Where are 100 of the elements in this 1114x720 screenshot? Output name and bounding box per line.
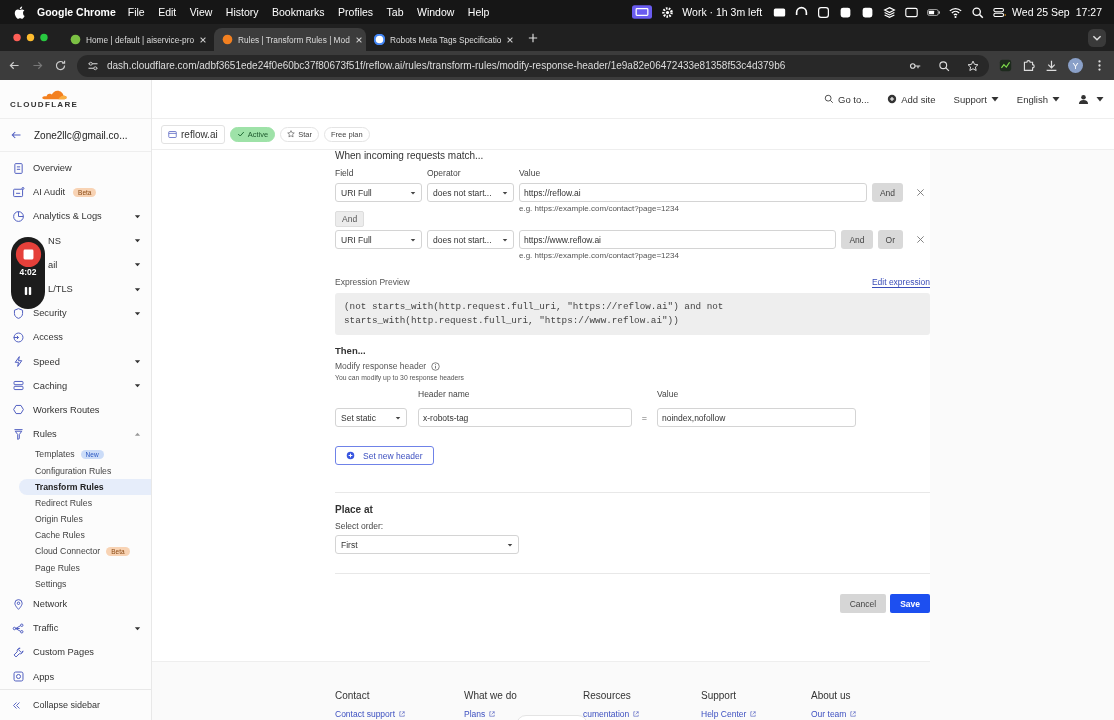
- chevron-down-icon[interactable]: [1088, 28, 1106, 47]
- sidebar-item[interactable]: Access: [0, 325, 151, 350]
- footer-link[interactable]: Help Center: [701, 709, 811, 719]
- header-name-field[interactable]: x-robots-tag: [418, 408, 632, 427]
- footer-link[interactable]: Our team: [811, 709, 857, 719]
- gear-icon[interactable]: [661, 5, 675, 19]
- forward-icon[interactable]: [31, 59, 44, 72]
- close-icon[interactable]: [199, 35, 208, 44]
- operation-dropdown[interactable]: Set static: [335, 408, 407, 427]
- keyboard-icon[interactable]: [905, 5, 919, 19]
- sidebar-subitem[interactable]: Page Rules: [0, 559, 151, 576]
- info-icon[interactable]: [431, 361, 441, 371]
- zone-selector[interactable]: reflow.ai: [161, 124, 225, 144]
- sidebar-item[interactable]: Overview: [0, 156, 151, 181]
- sidebar-item[interactable]: Traffic: [0, 616, 151, 641]
- control-center-icon[interactable]: [993, 5, 1007, 19]
- app-icon[interactable]: [839, 5, 853, 19]
- sidebar-item[interactable]: Caching: [0, 373, 151, 398]
- screen-share-icon[interactable]: [632, 5, 653, 19]
- cloud-logo-icon[interactable]: [41, 89, 67, 100]
- app-icon[interactable]: [861, 5, 875, 19]
- logic-button[interactable]: And: [871, 183, 903, 202]
- sidebar-subitem[interactable]: Origin Rules: [0, 511, 151, 528]
- extension-icon[interactable]: [999, 59, 1012, 72]
- puzzle-icon[interactable]: [1022, 59, 1035, 72]
- logic-button[interactable]: And: [841, 230, 873, 249]
- download-icon[interactable]: [1045, 59, 1058, 72]
- value-field[interactable]: https://reflow.ai: [519, 183, 867, 202]
- close-icon[interactable]: [506, 35, 515, 44]
- back-arrow-icon[interactable]: [10, 129, 22, 141]
- sidebar-subitem[interactable]: Settings: [0, 575, 151, 592]
- set-new-header-button[interactable]: Set new header: [335, 446, 434, 465]
- header-value-field[interactable]: noindex,nofollow: [657, 408, 856, 427]
- back-icon[interactable]: [8, 59, 21, 72]
- new-tab-icon[interactable]: [528, 32, 538, 43]
- caret-icon[interactable]: [134, 237, 141, 245]
- menu-item[interactable]: View: [189, 6, 213, 18]
- menu-item[interactable]: Edit: [158, 6, 177, 18]
- footer-link[interactable]: cumentation: [583, 709, 701, 719]
- sidebar-subitem[interactable]: Configuration Rules: [0, 462, 151, 479]
- and-button[interactable]: And: [335, 211, 365, 227]
- menu-app-name[interactable]: Google Chrome: [37, 6, 116, 18]
- sidebar-item[interactable]: Custom Pages: [0, 640, 151, 665]
- search-icon[interactable]: [971, 5, 985, 19]
- star-icon[interactable]: [967, 59, 979, 72]
- pause-icon[interactable]: [24, 286, 32, 296]
- menu-item[interactable]: Tab: [386, 6, 404, 18]
- wifi-icon[interactable]: [949, 5, 963, 19]
- operator-dropdown[interactable]: does not start...: [427, 183, 514, 202]
- sidebar-item[interactable]: Workers Routes: [0, 397, 151, 423]
- sidebar-item[interactable]: Rules: [0, 422, 151, 447]
- header-menu[interactable]: Support: [953, 93, 999, 105]
- field-dropdown[interactable]: URI Full: [335, 183, 422, 202]
- close-icon[interactable]: [354, 35, 363, 44]
- sidebar-item[interactable]: Speed: [0, 349, 151, 374]
- layers-icon[interactable]: [883, 5, 897, 19]
- search-link[interactable]: Go to...: [824, 93, 870, 105]
- sidebar-subitem[interactable]: Cache Rules: [0, 527, 151, 544]
- cancel-button[interactable]: Cancel: [839, 594, 887, 613]
- caret-icon[interactable]: [134, 358, 141, 366]
- edit-expression-link[interactable]: Edit expression: [871, 277, 930, 288]
- save-button[interactable]: Save: [890, 594, 930, 613]
- apple-icon[interactable]: [14, 5, 25, 19]
- value-field[interactable]: https://www.reflow.ai: [519, 230, 837, 249]
- address-field[interactable]: dash.cloudflare.com/adbf3651ede24f0e60bc37f80673f51f/reflow.ai/rules/transform-rules/modify-response-header/1e9a82e06472433e81358f53c4d379b6: [77, 54, 989, 77]
- caret-icon[interactable]: [134, 382, 141, 390]
- sidebar-subitem[interactable]: Transform Rules: [19, 478, 151, 495]
- caret-icon[interactable]: [134, 309, 141, 317]
- footer-link[interactable]: Plans: [464, 709, 583, 719]
- browser-tab[interactable]: Home | default | aiservice-pro: [62, 28, 214, 51]
- window-controls-icon[interactable]: [13, 33, 48, 42]
- sidebar-item[interactable]: ail: [47, 252, 151, 277]
- menu-date[interactable]: Wed 25 Sep: [1012, 6, 1070, 18]
- focus-timer[interactable]: Work · 1h 3m left: [682, 6, 763, 18]
- reload-icon[interactable]: [54, 59, 67, 72]
- browser-tab[interactable]: Rules | Transform Rules | Mod: [214, 28, 366, 51]
- sidebar-item[interactable]: Security: [0, 301, 151, 326]
- caret-icon[interactable]: [134, 624, 141, 632]
- caret-icon[interactable]: [134, 212, 141, 220]
- sidebar-item[interactable]: Analytics & Logs: [0, 204, 151, 229]
- zoom-icon[interactable]: [938, 59, 950, 72]
- user-menu[interactable]: [1078, 93, 1104, 105]
- app-icon[interactable]: [817, 5, 831, 19]
- footer-link[interactable]: Contact support: [335, 709, 464, 719]
- sidebar-subitem[interactable]: Redirect Rules: [0, 494, 151, 511]
- menu-item[interactable]: Help: [467, 6, 490, 18]
- menu-time[interactable]: 17:27: [1075, 6, 1102, 18]
- caret-icon[interactable]: [134, 261, 141, 269]
- caret-icon[interactable]: [134, 285, 141, 293]
- field-dropdown[interactable]: URI Full: [335, 230, 422, 249]
- menu-item[interactable]: File: [127, 6, 145, 18]
- add-site-link[interactable]: Add site: [887, 93, 936, 105]
- order-dropdown[interactable]: First: [335, 535, 519, 554]
- stop-icon[interactable]: [14, 241, 42, 268]
- sidebar-item[interactable]: Network: [0, 591, 151, 617]
- menu-item[interactable]: Window: [417, 6, 455, 18]
- menu-item[interactable]: Profiles: [338, 6, 374, 18]
- sidebar-item[interactable]: NS: [47, 228, 151, 253]
- menu-item[interactable]: Bookmarks: [272, 6, 325, 18]
- sidebar-item[interactable]: L/TLS: [47, 276, 151, 302]
